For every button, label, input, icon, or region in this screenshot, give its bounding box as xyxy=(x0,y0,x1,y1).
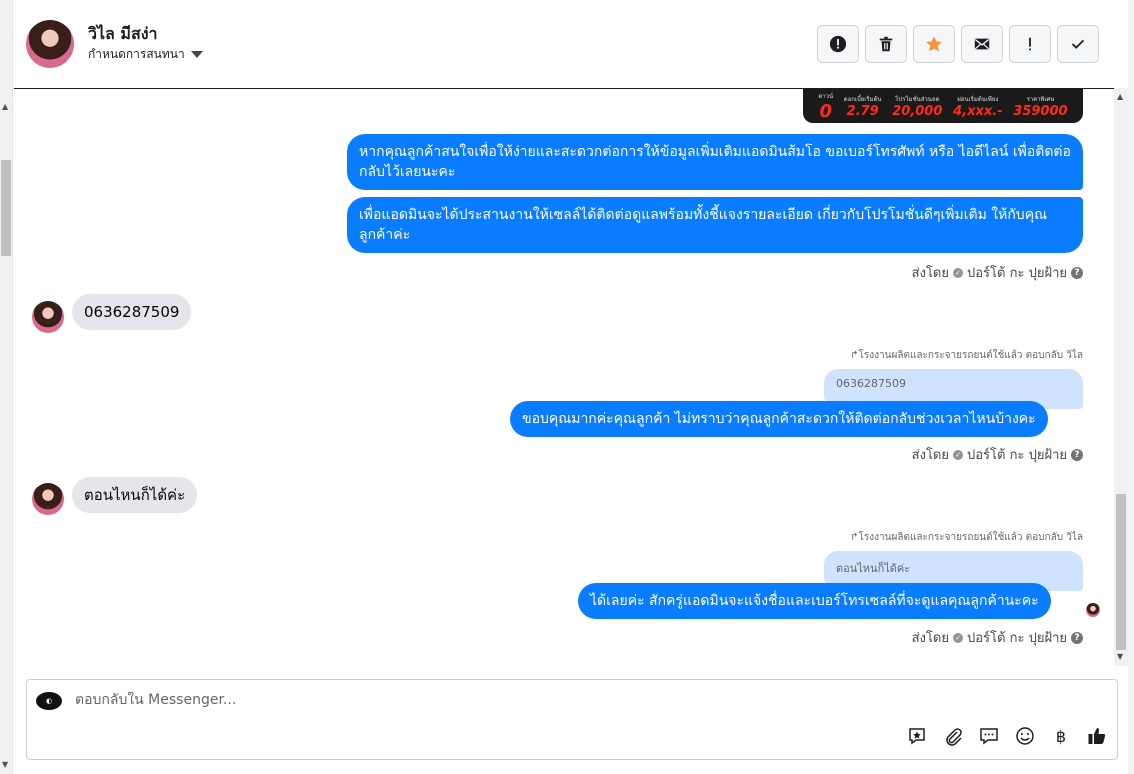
reply-note-text: โรงงานผลิตและกระจายรถยนต์ใช้แล้ว ตอบกลับ… xyxy=(858,532,1084,543)
contact-avatar[interactable] xyxy=(26,20,74,68)
promo-item: ดอกเบี้ยเริ่มต้น 2.79 xyxy=(844,94,882,119)
envelope-icon xyxy=(974,38,990,50)
window-edge xyxy=(1128,0,1134,774)
help-icon[interactable]: ? xyxy=(1071,631,1083,644)
reply-arrow-icon: ↱ xyxy=(850,532,859,543)
promo-value: 0 xyxy=(819,100,832,122)
scroll-up-arrow-icon[interactable]: ▲ xyxy=(1117,92,1123,101)
help-icon[interactable]: ? xyxy=(1071,448,1083,461)
contact-avatar-small[interactable] xyxy=(32,483,64,515)
star-icon xyxy=(926,36,942,52)
help-icon[interactable]: ? xyxy=(1071,266,1083,279)
incoming-message[interactable]: ตอนไหนก็ได้ค่ะ xyxy=(72,477,198,513)
reply-arrow-icon: ↱ xyxy=(850,350,859,361)
sent-by-info: ส่งโดย ✓ ปอร์โต้ กะ ปุยฝ้าย ? xyxy=(912,262,1083,283)
outgoing-message[interactable]: ขอบคุณมากค่ะคุณลูกค้า ไม่ทราบว่าคุณลูกค้… xyxy=(510,401,1048,437)
promo-image[interactable]: ดาวน์ 0 ดอกเบี้ยเริ่มต้น 2.79 โปรโมชั่นส… xyxy=(803,89,1083,123)
scroll-down-arrow-icon[interactable]: ▼ xyxy=(1117,652,1123,661)
outgoing-message[interactable]: เพื่อแอดมินจะได้ประสานงานให้เซลล์ได้ติดต… xyxy=(347,197,1083,253)
seen-avatar xyxy=(1086,603,1100,617)
attachment-icon[interactable] xyxy=(943,726,963,746)
message-icon[interactable] xyxy=(979,726,999,746)
exclamation-circle-icon xyxy=(829,35,847,53)
mark-done-button[interactable] xyxy=(1057,25,1099,63)
mark-unread-button[interactable] xyxy=(961,25,1003,63)
reply-input[interactable] xyxy=(75,692,675,708)
header-actions xyxy=(817,25,1099,63)
promo-label: ราคาพิเศษ xyxy=(1026,95,1055,103)
verified-check-icon: ✓ xyxy=(953,632,963,643)
star-button[interactable] xyxy=(913,25,955,63)
sent-by-info: ส่งโดย ✓ ปอร์โต้ กะ ปุยฝ้าย ? xyxy=(912,444,1083,465)
sent-by-label: ส่งโดย xyxy=(911,266,949,281)
mark-spam-button[interactable] xyxy=(817,25,859,63)
conversation-scrollbar[interactable]: ▲ ▼ xyxy=(1114,88,1128,666)
conversation-header: วิไล มีสง่า กำหนดการสนทนา xyxy=(14,0,1128,89)
scrollbar-thumb[interactable] xyxy=(1,160,11,256)
saved-reply-icon[interactable] xyxy=(907,726,927,746)
reply-note-text: โรงงานผลิตและกระจายรถยนต์ใช้แล้ว ตอบกลับ… xyxy=(858,350,1084,361)
promo-value: 359000 xyxy=(1013,103,1068,119)
page-logo: ◐ xyxy=(36,692,62,710)
emoji-icon[interactable] xyxy=(1015,726,1035,746)
sent-by-label: ส่งโดย xyxy=(911,448,949,463)
checkmark-icon xyxy=(1071,39,1085,49)
promo-item: ราคาพิเศษ 359000 xyxy=(1013,94,1067,119)
scroll-down-arrow-icon[interactable]: ▼ xyxy=(2,760,8,769)
page-scrollbar[interactable]: ▲ ▼ xyxy=(0,0,13,774)
promo-value: 2.79 xyxy=(846,103,879,119)
like-icon[interactable] xyxy=(1087,726,1107,746)
caret-down-icon xyxy=(190,51,203,58)
composer-tools: ฿ xyxy=(907,726,1107,746)
messenger-inbox-page: ▲ ▼ วิไล มีสง่า กำหนดการสนทนา ดาวน์ 0 ดอ… xyxy=(0,0,1134,774)
reply-composer: ◐ ฿ xyxy=(26,679,1118,760)
mark-important-button[interactable] xyxy=(1009,25,1051,63)
reply-note: ↱โรงงานผลิตและกระจายรถยนต์ใช้แล้ว ตอบกลั… xyxy=(850,530,1083,545)
contact-avatar-small[interactable] xyxy=(32,301,64,333)
promo-label: ผ่อนเริ่มต้นเพียง xyxy=(957,95,999,103)
outgoing-message[interactable]: ได้เลยค่ะ สักครู่แอดมินจะแจ้งชื่อและเบอร… xyxy=(578,583,1051,619)
reply-note: ↱โรงงานผลิตและกระจายรถยนต์ใช้แล้ว ตอบกลั… xyxy=(850,348,1083,363)
conversation-options-label: กำหนดการสนทนา xyxy=(88,47,185,61)
delete-button[interactable] xyxy=(865,25,907,63)
verified-check-icon: ✓ xyxy=(953,267,963,278)
promo-value: 4,xxx.- xyxy=(953,103,1003,119)
sent-by-author[interactable]: ปอร์โต้ กะ ปุยฝ้าย xyxy=(967,627,1067,648)
contact-name[interactable]: วิไล มีสง่า xyxy=(88,22,158,47)
verified-check-icon: ✓ xyxy=(953,449,963,460)
scroll-up-arrow-icon[interactable]: ▲ xyxy=(2,102,8,111)
conversation-options[interactable]: กำหนดการสนทนา xyxy=(88,45,203,64)
promo-label: ดาวน์ xyxy=(818,92,834,100)
sent-by-info: ส่งโดย ✓ ปอร์โต้ กะ ปุยฝ้าย ? xyxy=(912,627,1083,648)
promo-value: 20,000 xyxy=(892,103,943,119)
sent-by-label: ส่งโดย xyxy=(911,631,949,646)
exclamation-icon xyxy=(1029,37,1031,51)
sent-by-author[interactable]: ปอร์โต้ กะ ปุยฝ้าย xyxy=(967,262,1067,283)
promo-item: ผ่อนเริ่มต้นเพียง 4,xxx.- xyxy=(953,94,1002,119)
scrollbar-thumb[interactable] xyxy=(1116,494,1126,650)
sent-by-author[interactable]: ปอร์โต้ กะ ปุยฝ้าย xyxy=(967,444,1067,465)
promo-item: ดาวน์ 0 xyxy=(818,91,833,122)
promo-label: ดอกเบี้ยเริ่มต้น xyxy=(843,95,882,103)
incoming-message[interactable]: 0636287509 xyxy=(72,294,192,330)
promo-item: โปรโมชั่นส่วนลด 20,000 xyxy=(892,94,942,119)
trash-icon xyxy=(879,36,893,52)
outgoing-message[interactable]: หากคุณลูกค้าสนใจเพื่อให้ง่ายและสะดวกต่อก… xyxy=(347,134,1083,190)
baht-payment-icon[interactable]: ฿ xyxy=(1051,726,1071,746)
promo-label: โปรโมชั่นส่วนลด xyxy=(895,95,940,103)
